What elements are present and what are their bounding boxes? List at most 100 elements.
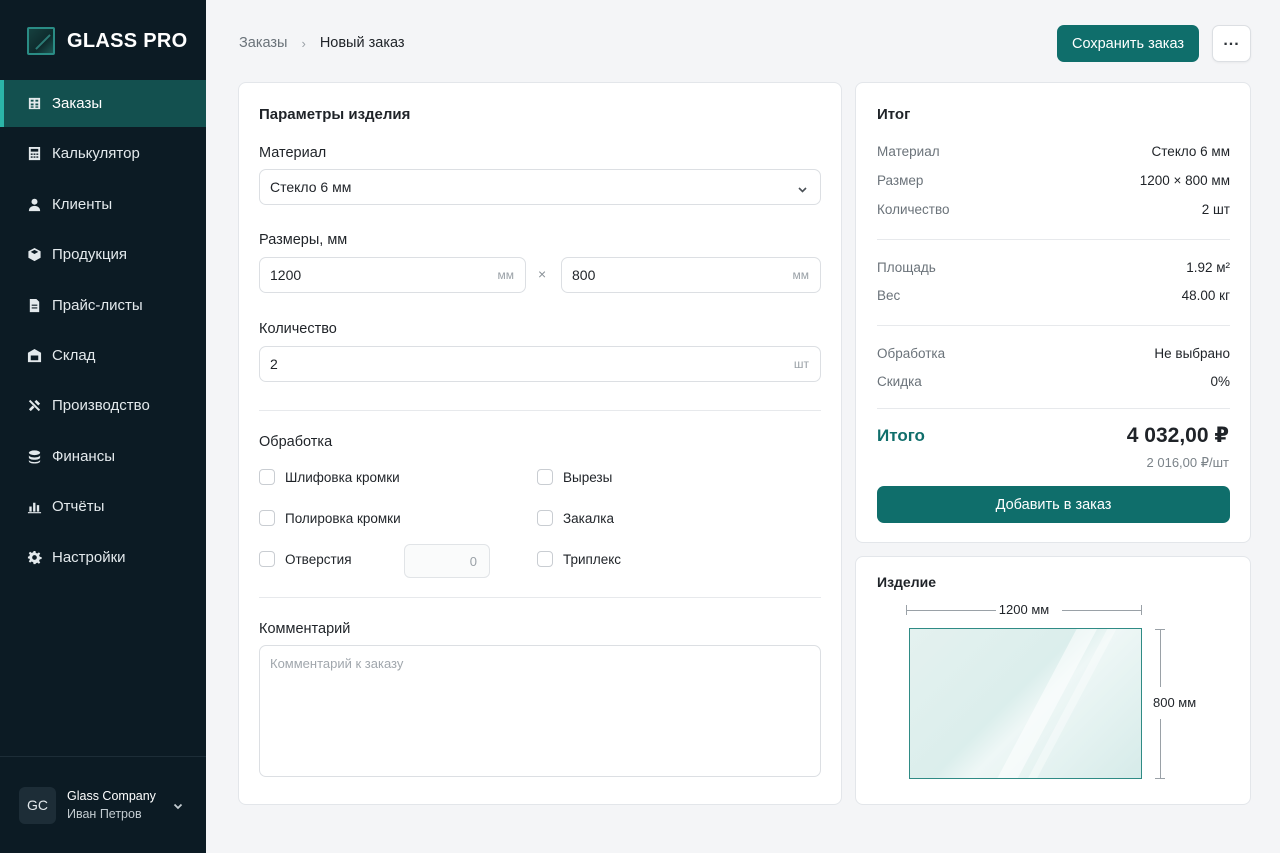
save-order-button[interactable]: Сохранить заказ <box>1057 25 1199 62</box>
edge-polishing-checkbox[interactable]: Полировка кромки <box>259 510 401 526</box>
summary-key: Размер <box>877 173 924 188</box>
summary-card: Итог Материал Стекло 6 мм Размер 1200 × … <box>855 82 1251 543</box>
account-switcher[interactable]: GC Glass Company Иван Петров <box>0 756 206 853</box>
height-unit: мм <box>792 268 810 282</box>
summary-title: Итог <box>877 106 911 123</box>
dimension-line <box>1160 629 1161 687</box>
divider <box>259 597 821 598</box>
checkbox-box[interactable] <box>537 551 553 567</box>
material-select-value: Стекло 6 мм <box>270 179 352 195</box>
holes-checkbox[interactable]: Отверстия <box>259 551 352 567</box>
sidebar-item-finance[interactable]: Финансы <box>0 433 206 480</box>
sidebar-item-warehouse[interactable]: Склад <box>0 332 206 379</box>
sidebar-item-label: Калькулятор <box>52 145 140 163</box>
sidebar-item-orders[interactable]: Заказы <box>0 80 206 127</box>
divider <box>259 410 821 411</box>
quantity-label: Количество <box>259 321 337 337</box>
sidebar-nav: Заказы Калькулятор Клиенты Продукция Пра… <box>0 80 206 584</box>
more-options-button[interactable]: ... <box>1212 25 1251 62</box>
chevron-down-icon <box>797 182 808 193</box>
checkbox-box[interactable] <box>537 510 553 526</box>
calculator-icon <box>26 146 42 162</box>
chevron-down-icon[interactable] <box>172 799 184 811</box>
cutouts-checkbox[interactable]: Вырезы <box>537 469 612 485</box>
warehouse-icon <box>26 347 42 363</box>
summary-value: 2 шт <box>1201 202 1230 217</box>
summary-key: Материал <box>877 144 940 159</box>
size-label: Размеры, мм <box>259 232 348 248</box>
holes-count-input[interactable]: 0 <box>404 544 490 578</box>
dimension-line <box>1160 719 1161 779</box>
sidebar-item-label: Продукция <box>52 246 128 264</box>
summary-value: 1.92 м² <box>1186 260 1230 275</box>
sidebar-item-label: Производство <box>52 397 150 415</box>
width-input[interactable]: 1200 мм <box>259 257 526 293</box>
summary-row-discount: Скидка 0% <box>877 374 1230 389</box>
checkbox-box[interactable] <box>259 510 275 526</box>
breadcrumb-orders-link[interactable]: Заказы <box>239 35 287 51</box>
sidebar-item-production[interactable]: Производство <box>0 382 206 429</box>
quantity-input[interactable]: 2 шт <box>259 346 821 382</box>
user-icon <box>26 196 42 212</box>
summary-row-quantity: Количество 2 шт <box>877 202 1230 217</box>
divider <box>877 325 1230 326</box>
summary-value: Стекло 6 мм <box>1151 144 1230 159</box>
summary-value: 0% <box>1210 374 1230 389</box>
preview-title: Изделие <box>877 574 936 590</box>
user-info: Glass Company Иван Петров <box>67 789 156 821</box>
add-to-order-button[interactable]: Добавить в заказ <box>877 486 1230 523</box>
summary-key: Обработка <box>877 346 946 361</box>
sidebar-item-label: Склад <box>52 346 96 364</box>
tools-icon <box>26 398 42 414</box>
checkbox-label: Шлифовка кромки <box>285 469 400 485</box>
summary-value: 48.00 кг <box>1181 288 1230 303</box>
avatar: GC <box>19 786 56 824</box>
sidebar-item-label: Финансы <box>52 447 115 465</box>
summary-key: Площадь <box>877 260 936 275</box>
sidebar: GLASS PRO Заказы Калькулятор Клиенты Про… <box>0 0 206 853</box>
material-select[interactable]: Стекло 6 мм <box>259 169 821 205</box>
checkbox-box[interactable] <box>537 469 553 485</box>
gear-icon <box>26 549 42 565</box>
summary-value: Не выбрано <box>1154 346 1230 361</box>
product-preview-card: Изделие 1200 мм 800 мм <box>855 556 1251 805</box>
divider <box>877 408 1230 409</box>
product-params-card: Параметры изделия Материал Стекло 6 мм Р… <box>238 82 842 805</box>
summary-row-material: Материал Стекло 6 мм <box>877 144 1230 159</box>
sidebar-item-price-lists[interactable]: Прайс-листы <box>0 282 206 329</box>
checkbox-label: Полировка кромки <box>285 510 401 526</box>
summary-key: Вес <box>877 288 901 303</box>
total-value: 4 032,00 ₽ <box>1126 424 1229 447</box>
brand[interactable]: GLASS PRO <box>27 27 188 55</box>
box-icon <box>26 247 42 263</box>
sidebar-item-clients[interactable]: Клиенты <box>0 181 206 228</box>
edge-grinding-checkbox[interactable]: Шлифовка кромки <box>259 469 400 485</box>
bar-chart-icon <box>26 499 42 515</box>
more-dots-icon: ... <box>1223 31 1240 49</box>
tempering-checkbox[interactable]: Закалка <box>537 510 614 526</box>
checkbox-box[interactable] <box>259 469 275 485</box>
brand-name: GLASS PRO <box>67 29 188 52</box>
checkbox-box[interactable] <box>259 551 275 567</box>
sidebar-item-label: Заказы <box>52 95 103 112</box>
sidebar-item-calculator[interactable]: Калькулятор <box>0 130 206 177</box>
comment-textarea[interactable]: Комментарий к заказу <box>259 645 821 777</box>
summary-row-area: Площадь 1.92 м² <box>877 260 1230 275</box>
sidebar-item-settings[interactable]: Настройки <box>0 534 206 581</box>
orders-icon <box>26 96 42 112</box>
height-input[interactable]: 800 мм <box>561 257 821 293</box>
total-label: Итого <box>877 426 925 445</box>
width-value: 1200 <box>270 267 302 283</box>
sidebar-item-reports[interactable]: Отчёты <box>0 483 206 530</box>
comment-label: Комментарий <box>259 621 351 637</box>
sidebar-item-products[interactable]: Продукция <box>0 231 206 278</box>
divider <box>877 239 1230 240</box>
quantity-value: 2 <box>270 356 278 372</box>
summary-key: Скидка <box>877 374 922 389</box>
user-name: Иван Петров <box>67 807 142 821</box>
processing-title: Обработка <box>259 434 333 450</box>
triplex-checkbox[interactable]: Триплекс <box>537 551 621 567</box>
comment-placeholder: Комментарий к заказу <box>270 656 404 671</box>
quantity-unit: шт <box>793 357 809 371</box>
sidebar-item-label: Настройки <box>52 548 126 566</box>
